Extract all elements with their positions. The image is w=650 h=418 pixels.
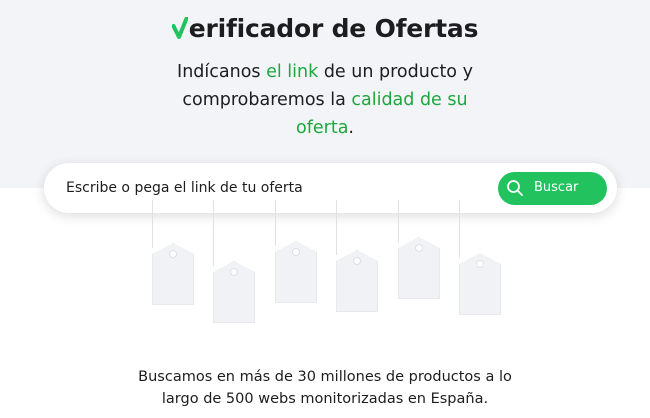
tagline-highlight: oferta <box>296 118 349 138</box>
brand-title-text: erificador de Ofertas <box>188 14 479 43</box>
tagline-line-1: Indícanos el link de un producto y <box>177 62 473 82</box>
tagline-line-3: oferta. <box>296 118 354 138</box>
brand-title: erificador de Ofertas <box>0 14 650 43</box>
tagline-line-2: comprobaremos la calidad de su <box>182 90 468 110</box>
footer-line-2: largo de 500 webs monitorizadas en Españ… <box>161 391 489 407</box>
search-icon <box>507 180 523 196</box>
tagline-highlight: calidad de su <box>351 90 468 110</box>
check-logo-icon <box>171 17 188 39</box>
tagline: Indícanos el link de un producto y compr… <box>0 58 650 142</box>
search-button-label: Buscar <box>534 180 579 195</box>
footer-line-1: Buscamos en más de 30 millones de produc… <box>138 369 512 385</box>
price-tags-illustration <box>0 200 650 330</box>
tagline-highlight: el link <box>266 62 319 82</box>
footer-text: Buscamos en más de 30 millones de produc… <box>0 366 650 410</box>
